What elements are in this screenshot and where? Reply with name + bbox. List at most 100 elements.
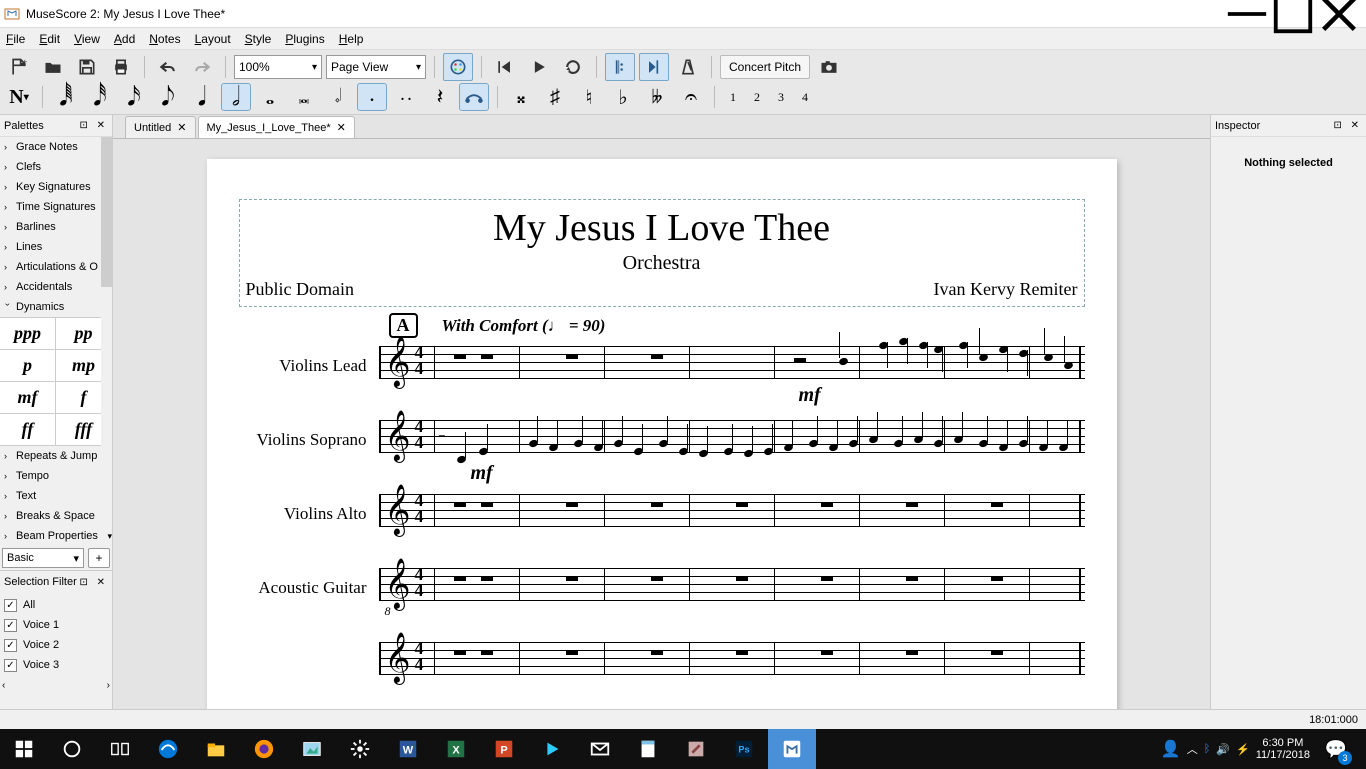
score-composer[interactable]: Ivan Kervy Remiter bbox=[934, 279, 1078, 300]
pal-accidentals[interactable]: ›Accidentals bbox=[0, 277, 112, 297]
excel-icon[interactable]: X bbox=[432, 729, 480, 769]
time-signature[interactable]: 44 bbox=[415, 492, 424, 524]
note-8th-icon[interactable]: 𝅘𝅥𝅮 bbox=[153, 83, 183, 111]
colorize-icon[interactable] bbox=[443, 53, 473, 81]
note-breve-icon[interactable]: 𝅜 bbox=[289, 83, 319, 111]
explorer-icon[interactable] bbox=[192, 729, 240, 769]
new-file-icon[interactable]: + bbox=[4, 53, 34, 81]
notepad-icon[interactable] bbox=[624, 729, 672, 769]
treble-clef-icon[interactable]: 𝄞 bbox=[385, 340, 411, 384]
palettes-add-button[interactable]: + bbox=[88, 548, 110, 568]
whole-rest[interactable] bbox=[566, 354, 578, 359]
concert-pitch-button[interactable]: Concert Pitch bbox=[720, 55, 810, 79]
palettes-mode-combo[interactable]: Basic▾ bbox=[2, 548, 84, 568]
start-button[interactable] bbox=[0, 729, 48, 769]
palettes-controls[interactable]: ⊡ ✕ bbox=[79, 120, 108, 131]
note-quarter-icon[interactable]: 𝅘𝅥 bbox=[187, 83, 217, 111]
note[interactable] bbox=[838, 357, 849, 367]
dyn-mf[interactable]: mf bbox=[0, 382, 56, 414]
menu-help[interactable]: Help bbox=[339, 32, 364, 46]
note-32nd-icon[interactable]: 𝅘𝅥𝅰 bbox=[85, 83, 115, 111]
settings-icon[interactable] bbox=[336, 729, 384, 769]
wifi-icon[interactable]: ⚡ bbox=[1236, 743, 1250, 756]
treble-clef-icon[interactable]: 𝄞 bbox=[385, 636, 411, 680]
selection-filter-controls[interactable]: ⊡ ✕ bbox=[79, 577, 108, 588]
natural-icon[interactable]: ♮ bbox=[574, 83, 604, 111]
repeat-start-icon[interactable] bbox=[605, 53, 635, 81]
tie-icon[interactable] bbox=[459, 83, 489, 111]
score-title[interactable]: My Jesus I Love Thee bbox=[246, 206, 1078, 250]
note-whole-icon[interactable]: 𝅝 bbox=[255, 83, 285, 111]
filter-voice2[interactable]: ✓Voice 2 bbox=[2, 635, 110, 655]
rehearsal-mark[interactable]: A bbox=[389, 313, 418, 338]
metronome-icon[interactable] bbox=[673, 53, 703, 81]
staff[interactable]: 𝄞44 bbox=[379, 642, 1085, 682]
score-area[interactable]: My Jesus I Love Thee Orchestra Public Do… bbox=[113, 139, 1210, 709]
note-64th-icon[interactable]: 𝅘𝅥𝅱 bbox=[51, 83, 81, 111]
whole-rest[interactable] bbox=[566, 576, 578, 581]
pal-breaks[interactable]: ›Breaks & Space bbox=[0, 506, 112, 526]
double-sharp-icon[interactable]: 𝄪 bbox=[506, 83, 536, 111]
edge-icon[interactable] bbox=[144, 729, 192, 769]
minimize-button[interactable] bbox=[1224, 0, 1270, 28]
pal-clefs[interactable]: ›Clefs bbox=[0, 157, 112, 177]
dynamic-mf[interactable]: mf bbox=[471, 462, 493, 485]
staff[interactable]: 𝄞44mf bbox=[379, 346, 1085, 386]
pal-time-sig[interactable]: ›Time Signatures bbox=[0, 197, 112, 217]
menu-file[interactable]: File bbox=[6, 32, 25, 46]
flip-icon[interactable]: 𝄐 bbox=[676, 83, 706, 111]
rest-icon[interactable]: 𝄽 bbox=[425, 83, 455, 111]
whole-rest[interactable] bbox=[481, 576, 493, 581]
menu-edit[interactable]: Edit bbox=[39, 32, 60, 46]
save-icon[interactable] bbox=[72, 53, 102, 81]
score-left-text[interactable]: Public Domain bbox=[246, 279, 355, 300]
pal-lines[interactable]: ›Lines bbox=[0, 237, 112, 257]
pal-grace-notes[interactable]: ›Grace Notes bbox=[0, 137, 112, 157]
whole-rest[interactable] bbox=[481, 354, 493, 359]
whole-rest[interactable] bbox=[651, 354, 663, 359]
menu-add[interactable]: Add bbox=[114, 32, 135, 46]
palettes-scroll-thumb[interactable] bbox=[101, 137, 112, 287]
clock[interactable]: 6:30 PM 11/17/2018 bbox=[1256, 737, 1310, 761]
pal-beam[interactable]: ›Beam Properties▾ bbox=[0, 526, 112, 546]
whole-rest[interactable] bbox=[454, 354, 466, 359]
camera-icon[interactable] bbox=[814, 53, 844, 81]
whole-rest[interactable] bbox=[906, 650, 918, 655]
time-signature[interactable]: 44 bbox=[415, 418, 424, 450]
double-flat-icon[interactable]: 𝄫 bbox=[642, 83, 672, 111]
pal-repeats[interactable]: ›Repeats & Jump bbox=[0, 446, 112, 466]
whole-rest[interactable] bbox=[821, 576, 833, 581]
whole-rest[interactable] bbox=[566, 650, 578, 655]
whole-rest[interactable] bbox=[821, 502, 833, 507]
rewind-icon[interactable] bbox=[490, 53, 520, 81]
volume-icon[interactable]: 🔊 bbox=[1216, 743, 1230, 756]
open-file-icon[interactable] bbox=[38, 53, 68, 81]
staff[interactable]: 𝄞448 bbox=[379, 568, 1085, 608]
instrument-name[interactable]: Violins Alto bbox=[239, 504, 379, 524]
double-dot-icon[interactable]: . . bbox=[391, 83, 421, 111]
score-subtitle[interactable]: Orchestra bbox=[246, 252, 1078, 275]
filter-all[interactable]: ✓All bbox=[2, 595, 110, 615]
tab-untitled[interactable]: Untitled✕ bbox=[125, 116, 196, 138]
treble-clef-icon[interactable]: 𝄞 bbox=[385, 414, 411, 458]
redo-icon[interactable] bbox=[187, 53, 217, 81]
dyn-ppp[interactable]: ppp bbox=[0, 318, 56, 350]
loop-icon[interactable] bbox=[558, 53, 588, 81]
whole-rest[interactable] bbox=[821, 650, 833, 655]
flat-icon[interactable]: ♭ bbox=[608, 83, 638, 111]
print-icon[interactable] bbox=[106, 53, 136, 81]
close-button[interactable] bbox=[1316, 0, 1362, 28]
word-icon[interactable]: W bbox=[384, 729, 432, 769]
pal-key-sig[interactable]: ›Key Signatures bbox=[0, 177, 112, 197]
people-icon[interactable]: 👤 bbox=[1161, 739, 1181, 759]
whole-rest[interactable] bbox=[566, 502, 578, 507]
whole-rest[interactable] bbox=[736, 650, 748, 655]
sharp-icon[interactable]: ♯ bbox=[540, 83, 570, 111]
notifications-icon[interactable]: 💬 bbox=[1316, 729, 1356, 769]
close-icon[interactable]: ✕ bbox=[177, 121, 186, 134]
tab-myjesus[interactable]: My_Jesus_I_Love_Thee*✕ bbox=[198, 116, 355, 138]
menu-style[interactable]: Style bbox=[245, 32, 272, 46]
instrument-name[interactable]: Acoustic Guitar bbox=[239, 578, 379, 598]
photoshop-icon[interactable]: Ps bbox=[720, 729, 768, 769]
instrument-name[interactable]: Violins Lead bbox=[239, 356, 379, 376]
